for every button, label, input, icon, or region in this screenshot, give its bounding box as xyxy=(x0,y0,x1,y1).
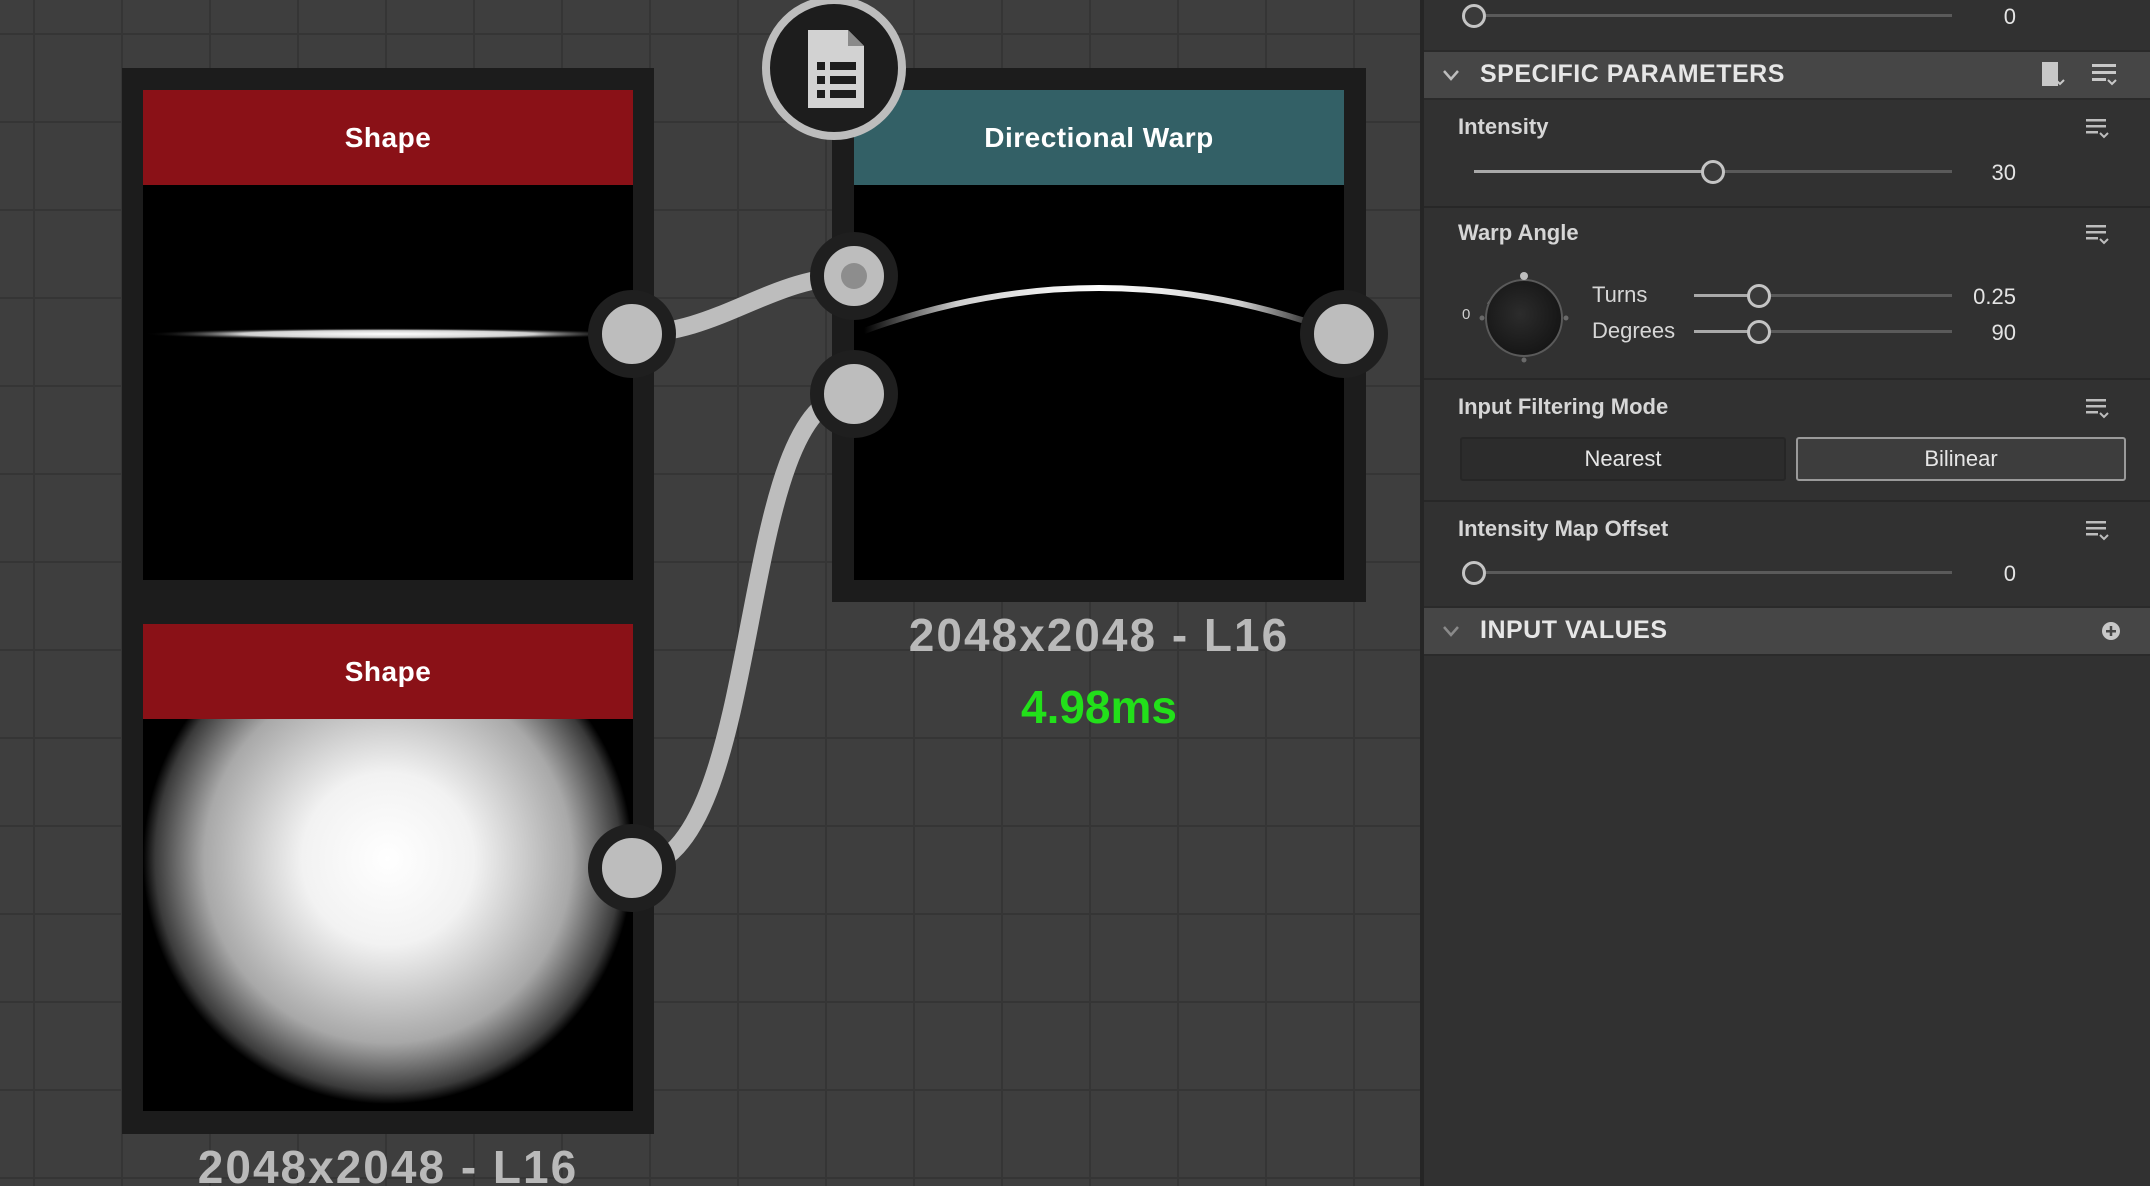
specific-parameters-section-header[interactable]: SPECIFIC PARAMETERS xyxy=(1424,50,2150,100)
shape-node-2-header[interactable]: Shape xyxy=(143,624,633,719)
warped-arc-preview xyxy=(862,285,1336,334)
intensity-map-offset-value[interactable]: 0 xyxy=(1896,561,2016,587)
chevron-down-icon[interactable] xyxy=(1440,64,1462,86)
section-menu-icon[interactable] xyxy=(2090,60,2120,90)
degrees-slider-handle[interactable] xyxy=(1746,320,1771,344)
add-input-value-icon[interactable] xyxy=(2100,620,2122,642)
warp-angle-options-icon[interactable] xyxy=(2084,222,2112,246)
intensity-map-offset-slider-handle[interactable] xyxy=(1462,561,1486,585)
input-values-title: INPUT VALUES xyxy=(1480,616,1668,644)
directional-warp-node-header[interactable]: Directional Warp xyxy=(854,90,1344,185)
directional-warp-node-title: Directional Warp xyxy=(984,121,1214,153)
directional-warp-intensity-input-port[interactable] xyxy=(810,350,898,438)
shape-node-2-output-port[interactable] xyxy=(588,824,676,912)
directional-warp-compute-time: 4.98ms xyxy=(1020,681,1177,733)
intensity-slider-handle[interactable] xyxy=(1701,160,1725,184)
directional-warp-resolution: 2048x2048 - L16 xyxy=(908,609,1290,661)
degrees-label: Degrees xyxy=(1592,318,1676,343)
specific-parameters-title: SPECIFIC PARAMETERS xyxy=(1480,60,1785,88)
divider xyxy=(1424,206,2150,208)
directional-warp-output-port[interactable] xyxy=(1300,290,1388,378)
node-graph-canvas[interactable]: Shape Shape 2048x2048 - L16 Directional … xyxy=(0,0,1420,1186)
turns-slider-handle[interactable] xyxy=(1746,284,1771,308)
intensity-slider-fill xyxy=(1474,170,1713,173)
properties-panel: 0 SPECIFIC PARAMETERS Intensity 30 Warp … xyxy=(1420,0,2150,1186)
shape-node-2-title: Shape xyxy=(344,655,432,687)
degrees-value[interactable]: 90 xyxy=(1896,320,2016,346)
intensity-map-offset-slider-track[interactable] xyxy=(1474,571,1952,574)
intensity-options-icon[interactable] xyxy=(2084,116,2112,140)
shape-node-1-preview xyxy=(143,185,633,580)
intensity-label: Intensity xyxy=(1458,114,1549,139)
input-values-section-header[interactable]: INPUT VALUES xyxy=(1424,606,2150,656)
preset-bookmark-icon[interactable] xyxy=(2038,60,2068,90)
divider xyxy=(1424,500,2150,502)
radial-shape-preview xyxy=(143,719,633,1104)
top-slider-track[interactable] xyxy=(1474,14,1952,17)
directional-warp-input-port[interactable] xyxy=(810,232,898,320)
divider xyxy=(1424,378,2150,380)
shape-node-2-preview xyxy=(143,719,633,1111)
turns-value[interactable]: 0.25 xyxy=(1896,284,2016,310)
chevron-down-icon[interactable] xyxy=(1440,620,1462,642)
intensity-map-offset-label: Intensity Map Offset xyxy=(1458,516,1669,541)
thin-line-shape-preview xyxy=(143,328,633,340)
input-filtering-mode-label: Input Filtering Mode xyxy=(1458,394,1669,419)
turns-label: Turns xyxy=(1592,282,1648,307)
top-slider-handle[interactable] xyxy=(1462,4,1486,28)
frame-document-icon[interactable] xyxy=(762,0,906,140)
filter-nearest-button[interactable]: Nearest xyxy=(1460,437,1786,481)
shape-node-1-header[interactable]: Shape xyxy=(143,90,633,185)
top-slider-value[interactable]: 0 xyxy=(1896,4,2016,30)
angle-dial-knob[interactable] xyxy=(1474,268,1570,364)
shape-node-2-resolution: 2048x2048 - L16 xyxy=(197,1141,579,1186)
input-filtering-mode-options-icon[interactable] xyxy=(2084,396,2112,420)
intensity-map-offset-options-icon[interactable] xyxy=(2084,518,2112,542)
warp-angle-label: Warp Angle xyxy=(1458,220,1579,245)
directional-warp-node-preview xyxy=(854,185,1344,580)
angle-dial-zero-label: 0 xyxy=(1462,306,1471,323)
shape-node-1-title: Shape xyxy=(344,121,432,153)
filter-bilinear-button[interactable]: Bilinear xyxy=(1796,437,2126,481)
shape-node-1-output-port[interactable] xyxy=(588,290,676,378)
intensity-value[interactable]: 30 xyxy=(1896,160,2016,186)
